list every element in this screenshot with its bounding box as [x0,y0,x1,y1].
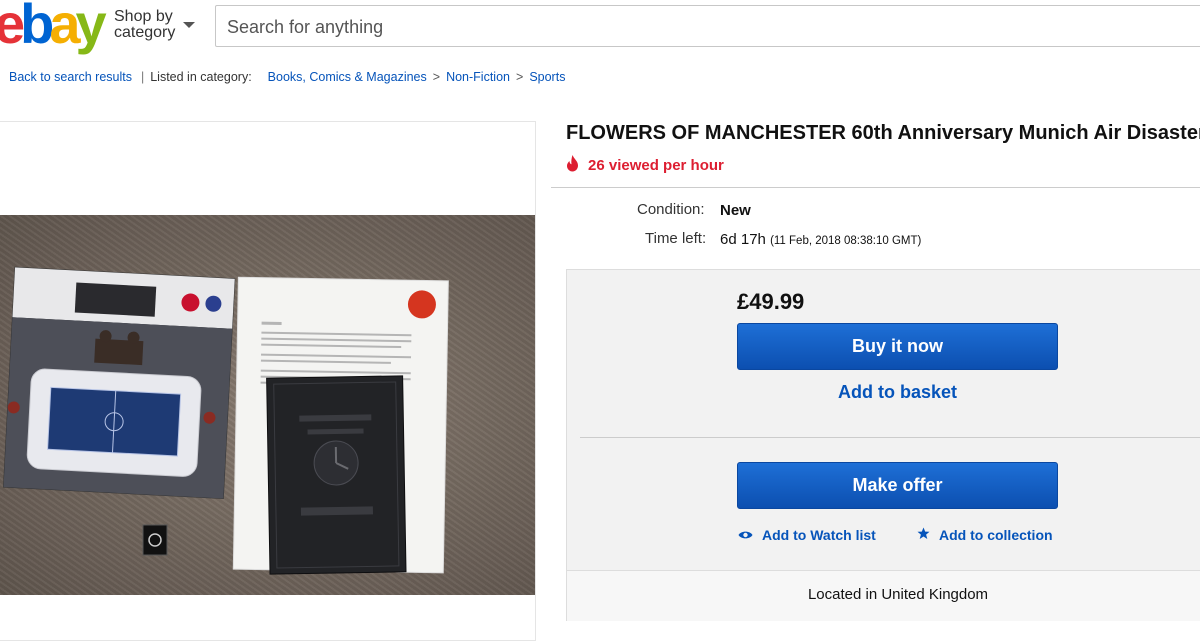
category-link-books[interactable]: Books, Comics & Magazines [268,70,427,84]
item-price: £49.99 [737,289,804,315]
buy-it-now-button[interactable]: Buy it now [737,323,1058,370]
time-left-label: Time left: [645,230,706,247]
eye-icon-svg [738,530,753,540]
flame-icon-svg [565,155,580,172]
eye-icon [738,527,753,543]
views-per-hour: 26 viewed per hour [588,157,724,174]
star-icon-svg [917,527,930,540]
condition-label: Condition: [637,201,705,218]
condition-value: New [720,202,751,219]
breadcrumb: Back to search results | Listed in categor… [9,70,565,84]
item-title: FLOWERS OF MANCHESTER 60th Anniversary M… [566,122,1200,145]
search-placeholder: Search for anything [227,17,383,38]
flame-icon [565,155,580,177]
logo-letter-b: b [20,0,49,54]
time-left-date: (11 Feb, 2018 08:38:10 GMT) [770,235,921,247]
add-to-basket-link[interactable]: Add to basket [737,382,1058,403]
make-offer-button[interactable]: Make offer [737,462,1058,509]
breadcrumb-arrow: > [516,70,523,84]
item-photo-illustration [0,215,535,595]
breadcrumb-arrow: > [433,70,440,84]
collection-label: Add to collection [939,527,1053,543]
category-link-non-fiction[interactable]: Non-Fiction [446,70,510,84]
shop-by-category-button[interactable]: Shop by category [114,9,175,41]
star-icon [917,527,930,543]
buy-box-divider [580,437,1200,438]
caret-down-icon[interactable] [183,22,195,28]
back-to-search-link[interactable]: Back to search results [9,70,132,84]
listed-in-category-label: Listed in category: [150,70,251,84]
logo-letter-e: e [0,0,20,54]
add-to-watch-list-link[interactable]: Add to Watch list [738,527,876,543]
item-photo[interactable] [0,215,535,595]
watch-list-label: Add to Watch list [762,527,876,543]
category-link-sports[interactable]: Sports [529,70,565,84]
logo-letter-a: a [49,0,75,54]
buy-box [566,269,1200,621]
add-to-collection-link[interactable]: Add to collection [917,527,1053,543]
breadcrumb-separator: | [141,70,144,84]
time-left-duration: 6d 17h [720,231,766,248]
divider [551,187,1200,188]
search-input[interactable]: Search for anything [215,5,1200,47]
item-location: Located in United Kingdom [567,586,1200,603]
time-left-value: 6d 17h (11 Feb, 2018 08:38:10 GMT) [720,231,921,248]
logo-letter-y: y [76,0,102,54]
ebay-logo[interactable]: e b a y [0,0,102,54]
shop-by-line2: category [114,25,175,41]
shop-by-line1: Shop by [114,9,175,25]
